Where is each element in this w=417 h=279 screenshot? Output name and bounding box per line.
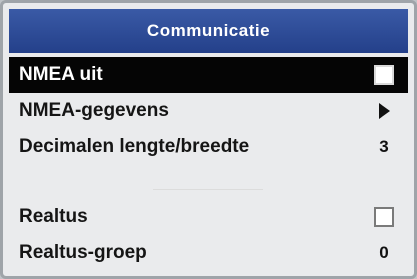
checkbox-icon: [374, 207, 394, 227]
menu-title-bar: Communicatie: [9, 9, 408, 53]
checkbox-control[interactable]: [372, 63, 396, 87]
menu-item-label: Realtus: [19, 206, 88, 227]
menu-item-decimalen[interactable]: Decimalen lengte/breedte 3: [9, 129, 408, 165]
menu-item-realtus-groep[interactable]: Realtus-groep 0: [9, 235, 408, 271]
menu-item-nmea-gegevens[interactable]: NMEA-gegevens: [9, 93, 408, 129]
checkbox-control[interactable]: [372, 205, 396, 229]
menu-item-label: NMEA uit: [19, 64, 103, 85]
menu-item-label: NMEA-gegevens: [19, 100, 169, 121]
device-screen: Communicatie NMEA uit NMEA-gegevens Deci…: [0, 0, 417, 279]
value-control: 3: [372, 135, 396, 159]
menu-item-label: Decimalen lengte/breedte: [19, 136, 250, 157]
menu-item-realtus[interactable]: Realtus: [9, 199, 408, 235]
checkbox-icon: [374, 65, 394, 85]
value-control: 0: [372, 241, 396, 265]
menu-item-nmea-uit[interactable]: NMEA uit: [9, 57, 408, 93]
submenu-arrow-icon: [378, 103, 390, 119]
submenu-control: [372, 99, 396, 123]
menu-item-label: Realtus-groep: [19, 242, 147, 263]
group-value: 0: [379, 243, 389, 262]
menu-divider: [153, 189, 263, 190]
menu-title: Communicatie: [146, 21, 271, 40]
decimals-value: 3: [379, 137, 389, 156]
